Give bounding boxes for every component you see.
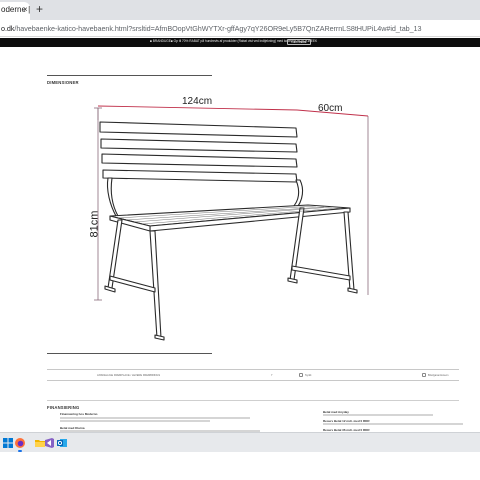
- financing-description-line: [60, 420, 210, 422]
- info-item-a: Synlit: [305, 374, 312, 377]
- new-tab-button[interactable]: +: [36, 3, 43, 15]
- financing-subheading: Finansiering hos Moderno: [60, 412, 98, 416]
- url-text[interactable]: o.dk/havebaenke-katico-havebaenk.html?sr…: [1, 24, 422, 33]
- tab-strip: oderne | × +: [0, 0, 480, 20]
- right-backrest-support: [291, 179, 304, 211]
- financing-description-line: [60, 417, 250, 419]
- width-value: 124: [182, 96, 199, 107]
- seat-front-edge: [149, 207, 351, 232]
- browser-window: { "browser": { "tab_title": "oderne |", …: [0, 0, 480, 480]
- right-bottom-brace: [291, 265, 351, 281]
- financing-description-line: [323, 414, 433, 416]
- url-host: o.dk: [1, 24, 15, 33]
- seat-side-edge: [109, 215, 151, 232]
- financing-heading: FINANSIERING: [47, 405, 80, 410]
- browser-tab[interactable]: oderne | ×: [0, 2, 30, 20]
- rear-left-leg: [107, 219, 123, 289]
- backrest-slat-1: [99, 121, 298, 138]
- backrest-slat-3: [101, 153, 298, 168]
- dimensions-heading: DIMENSIONER: [47, 80, 79, 85]
- section-divider-bottom: [47, 353, 212, 354]
- left-backrest-support: [106, 177, 119, 217]
- info-count: 7: [271, 374, 273, 377]
- promo-read-more-button[interactable]: LÆS MERE: [287, 39, 311, 45]
- width-label: 124cm: [182, 96, 212, 107]
- depth-unit: cm: [329, 103, 343, 114]
- backrest-slat-4: [102, 169, 298, 183]
- front-left-leg: [149, 230, 162, 339]
- left-bottom-brace: [109, 275, 156, 293]
- width-unit: cm: [198, 96, 213, 107]
- url-path: /havebaenke-katico-havebaenk.html?srslti…: [14, 24, 422, 33]
- guarantee-icon: [422, 373, 426, 377]
- seat-top: [109, 204, 351, 227]
- firefox-icon[interactable]: [14, 437, 26, 449]
- tab-close-icon[interactable]: ×: [23, 5, 28, 14]
- taskbar: [0, 432, 480, 452]
- shipping-info-text: ANSKELLIGE FREMPLACE / LEVERE FREMBRINGS: [97, 374, 161, 377]
- height-value: 81: [88, 225, 101, 238]
- height-label: 81cm: [88, 211, 100, 238]
- backrest-slat-2: [100, 138, 298, 153]
- promo-bar: ■ BRANDUGE■ Op til 70% RABAT på hundrevi…: [0, 38, 480, 47]
- outlook-icon[interactable]: [56, 437, 68, 449]
- depth-label: 60cm: [318, 103, 342, 114]
- shipping-info-bar: ANSKELLIGE FREMPLACE / LEVERE FREMBRINGS…: [47, 369, 459, 381]
- financing-divider: [47, 400, 459, 401]
- secure-icon: [299, 373, 303, 377]
- section-divider: [47, 75, 212, 76]
- visual-studio-icon[interactable]: [43, 437, 55, 449]
- screen-bottom-area: [0, 452, 480, 480]
- height-unit: cm: [88, 210, 101, 226]
- rear-right-leg: [289, 207, 305, 281]
- front-right-leg: [343, 211, 355, 291]
- windows-start-icon[interactable]: [2, 437, 14, 449]
- address-bar[interactable]: o.dk/havebaenke-katico-havebaenk.html?sr…: [0, 20, 480, 37]
- depth-value: 60: [318, 103, 330, 114]
- financing-description-line: [323, 423, 463, 425]
- info-item-b: Briefgarantioneon: [428, 374, 449, 377]
